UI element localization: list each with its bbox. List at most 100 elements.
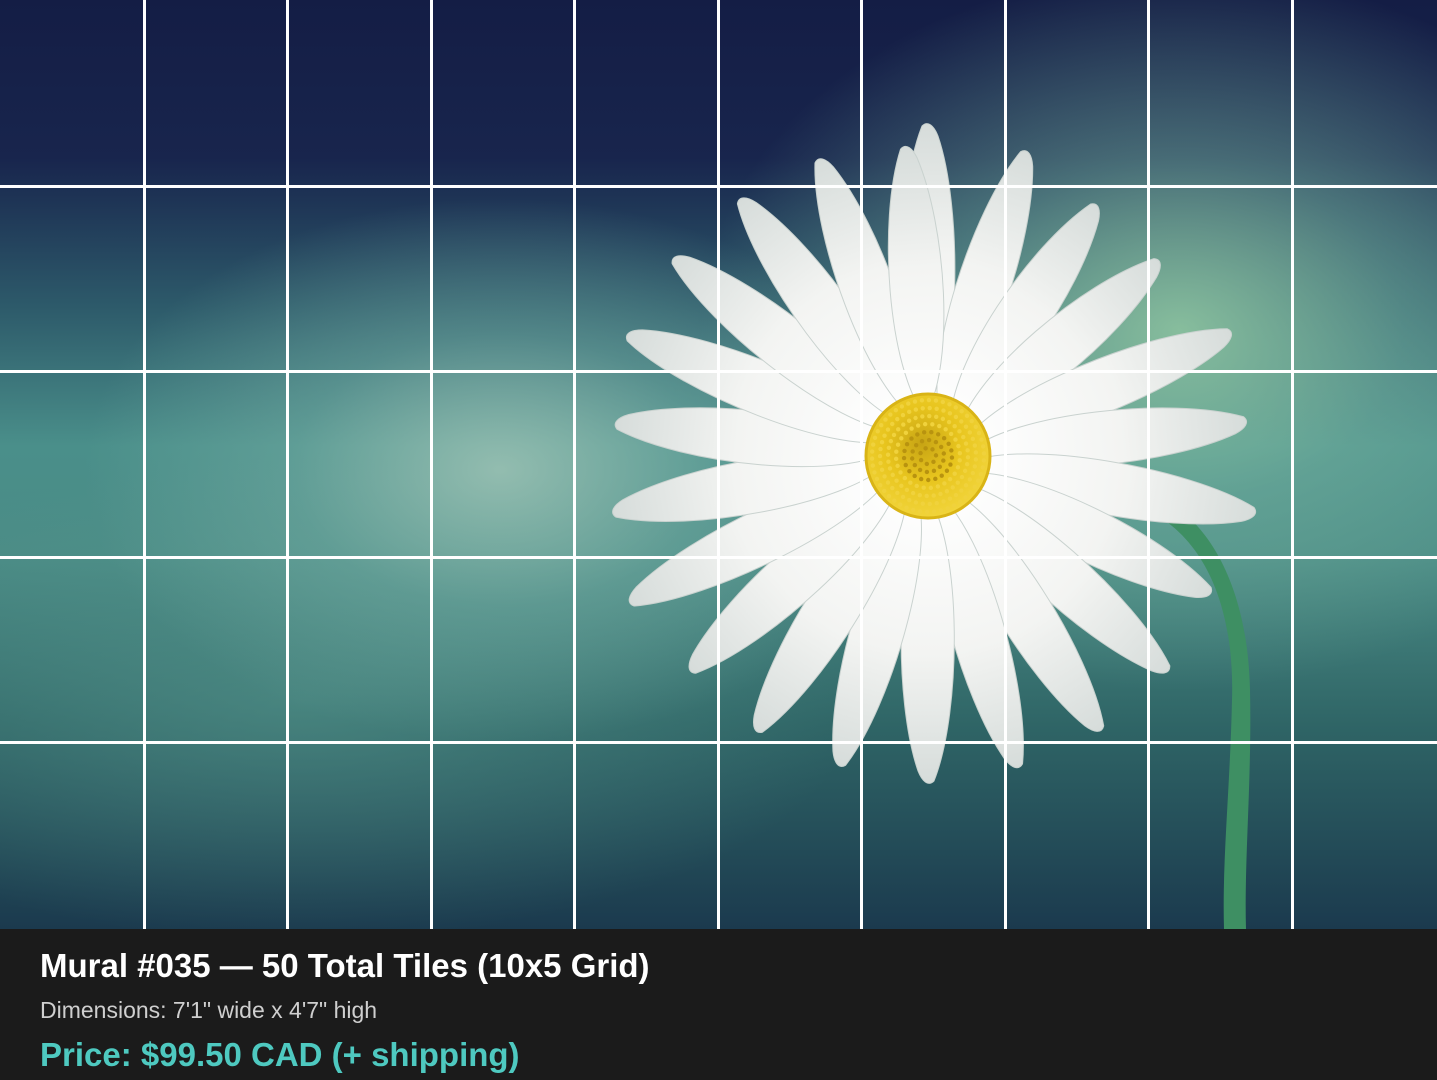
flower-center-dot bbox=[890, 421, 895, 427]
flower-center-dot bbox=[882, 474, 887, 479]
flower-center-dot bbox=[933, 476, 938, 482]
flower-center-dot bbox=[947, 496, 953, 501]
flower-center-dot bbox=[949, 448, 954, 453]
flower-center-dot bbox=[917, 467, 923, 473]
flower-center-dot bbox=[952, 471, 957, 476]
flower-center-dot bbox=[927, 501, 932, 507]
flower-center-dot bbox=[964, 413, 970, 419]
flower-center-dot bbox=[901, 422, 906, 427]
flower-center-dot bbox=[893, 407, 899, 413]
flower-center-dot bbox=[870, 463, 876, 468]
flower-center-dot bbox=[878, 446, 883, 452]
flower-center-dot bbox=[892, 498, 897, 503]
flower-center-dot bbox=[877, 453, 883, 459]
flower-center-dot bbox=[918, 476, 924, 482]
flower-center-dot bbox=[902, 448, 907, 454]
flower-center-dot bbox=[906, 409, 912, 415]
flower-center-dot bbox=[882, 488, 887, 494]
flower-center-dot bbox=[923, 446, 928, 451]
flower-center-dot bbox=[913, 500, 919, 505]
flower-center-dot bbox=[887, 466, 893, 471]
flower-center-dot bbox=[912, 399, 918, 404]
flower-center-dot bbox=[922, 421, 928, 427]
mural-price: Price: $99.50 CAD (+ shipping) bbox=[40, 1036, 520, 1073]
flower-center-dot bbox=[955, 480, 961, 485]
flower-center-dot bbox=[909, 456, 915, 461]
flower-center-dot bbox=[929, 430, 934, 435]
flower-center-dot bbox=[934, 414, 939, 420]
flower-center-dot bbox=[882, 433, 887, 438]
flower-center-dot bbox=[968, 490, 973, 495]
flower-center-dot bbox=[931, 459, 936, 465]
white-daisy-icon bbox=[612, 123, 1257, 929]
flower-center-dot bbox=[945, 506, 950, 511]
flower-center-dot bbox=[885, 452, 891, 457]
flower-center-dot bbox=[953, 405, 958, 410]
flower-center-dot bbox=[961, 434, 966, 440]
flower-center-dot bbox=[941, 499, 946, 504]
flower-center-dot bbox=[939, 473, 944, 478]
flower-center-dot bbox=[963, 424, 969, 429]
flower-center-dot bbox=[959, 488, 964, 493]
flower-center-dot bbox=[979, 437, 984, 442]
flower-center-dot bbox=[921, 430, 927, 435]
flower-center-dot bbox=[913, 415, 918, 421]
flower-center-dot bbox=[944, 489, 950, 494]
flower-center-dot bbox=[946, 419, 952, 425]
flower-center-dot bbox=[937, 464, 943, 469]
flower-center-dot bbox=[943, 427, 948, 432]
flower-center-dot bbox=[899, 483, 904, 489]
flower-center-dot bbox=[955, 465, 961, 470]
flower-center-dot bbox=[947, 476, 953, 482]
flower-center-dot bbox=[941, 436, 947, 441]
flower-center-dot bbox=[870, 442, 876, 447]
flower-center-dot bbox=[942, 481, 947, 486]
flower-center-dot bbox=[973, 457, 979, 462]
flower-center-dot bbox=[872, 470, 877, 475]
flower-center-dot bbox=[913, 407, 919, 412]
flower-center-dot bbox=[895, 416, 900, 422]
flower-center-dot bbox=[912, 462, 918, 468]
flower-center-dot bbox=[935, 432, 941, 437]
flower-center-dot bbox=[904, 487, 910, 493]
flower-center-dot bbox=[959, 409, 964, 414]
flower-center-dot bbox=[904, 442, 910, 447]
flower-center-dot bbox=[920, 414, 925, 419]
flower-center-dot bbox=[967, 430, 973, 435]
flower-center-dot bbox=[895, 463, 900, 469]
flower-center-dot bbox=[941, 451, 947, 456]
flower-center-dot bbox=[934, 406, 939, 411]
flower-center-dot bbox=[869, 449, 875, 454]
flower-center-dot bbox=[980, 444, 986, 449]
flower-center-dot bbox=[890, 472, 895, 478]
flower-center-dot bbox=[976, 430, 982, 436]
flower-center-dot bbox=[957, 458, 962, 463]
flower-center-dot bbox=[920, 406, 925, 411]
flower-center-dot bbox=[895, 442, 901, 447]
flower-center-dot bbox=[947, 402, 952, 407]
flower-center-dot bbox=[917, 492, 922, 498]
flower-center-dot bbox=[948, 431, 954, 437]
flower-center-dot bbox=[957, 450, 963, 456]
flower-center-dot bbox=[888, 412, 893, 417]
flower-center-dot bbox=[910, 507, 916, 513]
flower-center-dot bbox=[915, 432, 920, 437]
flower-center-dot bbox=[963, 495, 968, 500]
flower-center-dot bbox=[883, 417, 888, 422]
flower-center-dot bbox=[951, 503, 957, 508]
flower-center-dot bbox=[909, 436, 914, 441]
flower-center-dot bbox=[927, 413, 932, 419]
flower-center-dot bbox=[967, 477, 973, 482]
flower-center-dot bbox=[933, 439, 939, 445]
flower-center-dot bbox=[956, 443, 961, 449]
flower-center-dot bbox=[902, 475, 908, 481]
flower-center-dot bbox=[952, 423, 957, 429]
flower-center-dot bbox=[874, 476, 880, 482]
flower-center-dot bbox=[934, 500, 939, 506]
flower-center-dot bbox=[972, 484, 977, 489]
mural-title: Mural #035 — 50 Total Tiles (10x5 Grid) bbox=[40, 947, 650, 984]
flower-center-dot bbox=[872, 435, 878, 441]
flower-center-dot bbox=[927, 405, 932, 411]
flower-center-dot bbox=[933, 453, 939, 458]
flower-center-dot bbox=[964, 462, 970, 467]
